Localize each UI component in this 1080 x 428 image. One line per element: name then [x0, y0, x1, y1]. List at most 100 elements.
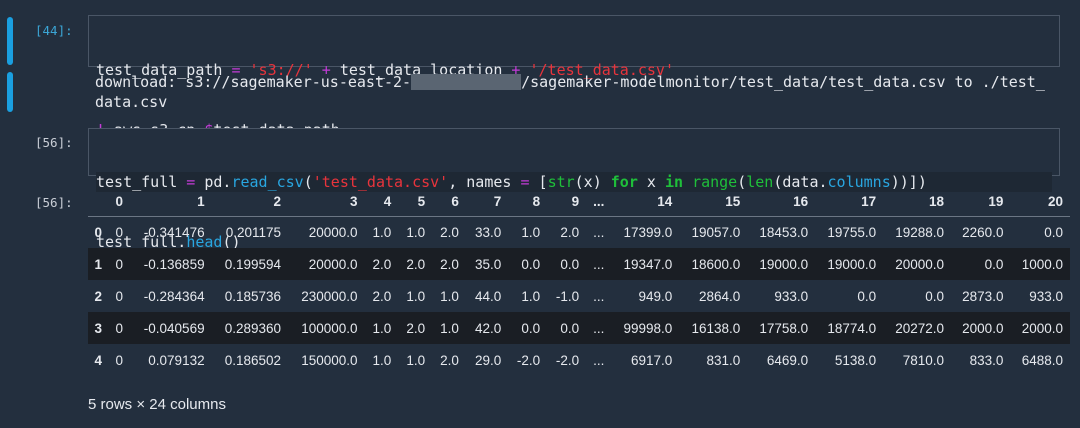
- column-header: 8: [508, 188, 548, 217]
- table-cell: 831.0: [706, 352, 741, 368]
- table-cell: 949.0: [638, 288, 673, 304]
- table-cell: ...: [593, 352, 605, 368]
- row-index: 1: [94, 256, 103, 272]
- column-header: 17: [815, 188, 884, 217]
- table-cell: 2.0: [406, 256, 426, 272]
- table-cell: 1.0: [372, 224, 392, 240]
- output-text: data.csv: [95, 93, 168, 111]
- table-cell: 7810.0: [902, 352, 945, 368]
- table-cell: 17399.0: [623, 224, 673, 240]
- table-cell: 2.0: [560, 224, 580, 240]
- table-cell: 0: [115, 224, 124, 240]
- table-cell: 6488.0: [1021, 352, 1063, 368]
- cell-output-collapser[interactable]: [7, 72, 13, 112]
- table-cell: 833.0: [969, 352, 1004, 368]
- column-header: 20: [1010, 188, 1070, 217]
- row-index: 3: [94, 320, 103, 336]
- table-cell: -1.0: [555, 288, 580, 304]
- table-cell: 0.0: [1044, 224, 1063, 240]
- table-cell: 1.0: [440, 320, 459, 336]
- table-cell: 2.0: [406, 320, 426, 336]
- table-cell: 17758.0: [759, 320, 809, 336]
- output-prompt: [56]:: [35, 195, 73, 210]
- table-cell: ...: [593, 256, 605, 272]
- table-cell: 0.0: [984, 256, 1004, 272]
- table-cell: 1.0: [406, 352, 426, 368]
- row-index: 0: [94, 224, 103, 240]
- table-cell: 0.079132: [148, 352, 205, 368]
- table-cell: 0.289360: [224, 320, 282, 336]
- table-header: 0 1 2 3 4 5 6 7 8 9... 14 15 16 17 18 19 20: [88, 188, 1070, 217]
- table-cell: 19057.0: [691, 224, 741, 240]
- table-cell: ...: [593, 288, 605, 304]
- table-cell: 2.0: [440, 352, 459, 368]
- table-row: 1 0 -0.136859 0.199594 20000.0 2.0 2.0 2.0 35.0 0…: [88, 248, 1070, 280]
- table-cell: 2864.0: [698, 288, 741, 304]
- row-index: 4: [94, 352, 103, 368]
- table-cell: 933.0: [774, 288, 809, 304]
- output-text: download: s3://sagemaker-us-east-2-: [95, 73, 412, 91]
- table-cell: 18774.0: [827, 320, 877, 336]
- table-cell: ...: [593, 320, 605, 336]
- table-cell: 1.0: [406, 224, 426, 240]
- table-cell: 18453.0: [759, 224, 809, 240]
- column-header: 5: [398, 188, 433, 217]
- table-cell: -0.284364: [143, 288, 205, 304]
- table-cell: 0.199594: [224, 256, 282, 272]
- table-cell: 20000.0: [308, 256, 358, 272]
- row-index: 2: [94, 288, 103, 304]
- table-cell: 0.0: [857, 288, 877, 304]
- table-cell: 2873.0: [962, 288, 1004, 304]
- stream-output: download: s3://sagemaker-us-east-2- /sage…: [95, 72, 1045, 112]
- column-header: 14: [611, 188, 680, 217]
- table-cell: 0.0: [925, 288, 945, 304]
- table-cell: 2.0: [372, 288, 392, 304]
- column-header: 6: [432, 188, 466, 217]
- table-cell: 0.0: [521, 256, 541, 272]
- table-cell: 1.0: [521, 224, 541, 240]
- table-cell: 20000.0: [895, 256, 945, 272]
- dataframe-table: 0 1 2 3 4 5 6 7 8 9... 14 15 16 17 18 19 20 0 0 -0.341476 0…: [88, 188, 1070, 376]
- table-cell: 1.0: [406, 288, 426, 304]
- table-cell: 44.0: [475, 288, 502, 304]
- table-cell: ...: [593, 224, 605, 240]
- table-cell: 0: [115, 320, 124, 336]
- table-cell: 230000.0: [301, 288, 358, 304]
- header-row: 0 1 2 3 4 5 6 7 8 9... 14 15 16 17 18 19 20: [88, 188, 1070, 217]
- table-row: 4 0 0.079132 0.186502 150000.0 1.0 1.0 2.0 29.0-…: [88, 344, 1070, 376]
- table-cell: 1.0: [372, 352, 392, 368]
- table-cell: 1.0: [440, 288, 459, 304]
- column-header: 16: [747, 188, 816, 217]
- table-row: 2 0 -0.284364 0.185736 230000.0 2.0 1.0 1.0 44.0…: [88, 280, 1070, 312]
- table-cell: 0.186502: [224, 352, 282, 368]
- table-cell: 29.0: [475, 352, 502, 368]
- code-cell-editor[interactable]: test_data_path = 's3://' + test_data_loc…: [88, 15, 1060, 139]
- column-header: 7: [465, 188, 509, 217]
- table-cell: -0.040569: [143, 320, 205, 336]
- output-text: /sagemaker-modelmonitor/test_data/test_d…: [521, 73, 1045, 91]
- table-cell: 2260.0: [962, 224, 1004, 240]
- table-cell: 933.0: [1029, 288, 1063, 304]
- table-cell: 42.0: [475, 320, 502, 336]
- redacted-region: [411, 74, 522, 90]
- table-row: 0 0 -0.341476 0.201175 20000.0 1.0 1.0 2.0 33.0 1…: [88, 216, 1070, 248]
- table-cell: 0.185736: [224, 288, 282, 304]
- table-cell: 0.0: [521, 320, 541, 336]
- table-cell: -2.0: [516, 352, 541, 368]
- table-cell: 16138.0: [691, 320, 741, 336]
- column-header: 4: [364, 188, 399, 217]
- table-cell: 99998.0: [623, 320, 673, 336]
- column-header: 1: [130, 188, 212, 217]
- code-cell-editor[interactable]: test_full = pd.read_csv('test_data.csv',…: [88, 128, 1060, 251]
- table-cell: 0.0: [560, 256, 580, 272]
- table-cell: 2000.0: [962, 320, 1004, 336]
- table-cell: 19755.0: [827, 224, 877, 240]
- cell-input-collapser[interactable]: [7, 17, 13, 65]
- table-cell: 100000.0: [301, 320, 358, 336]
- input-prompt: [44]:: [35, 23, 73, 38]
- column-header: 3: [288, 188, 365, 217]
- table-cell: 19000.0: [827, 256, 877, 272]
- table-cell: 20000.0: [308, 224, 358, 240]
- table-cell: 5138.0: [834, 352, 877, 368]
- table-cell: 19347.0: [623, 256, 673, 272]
